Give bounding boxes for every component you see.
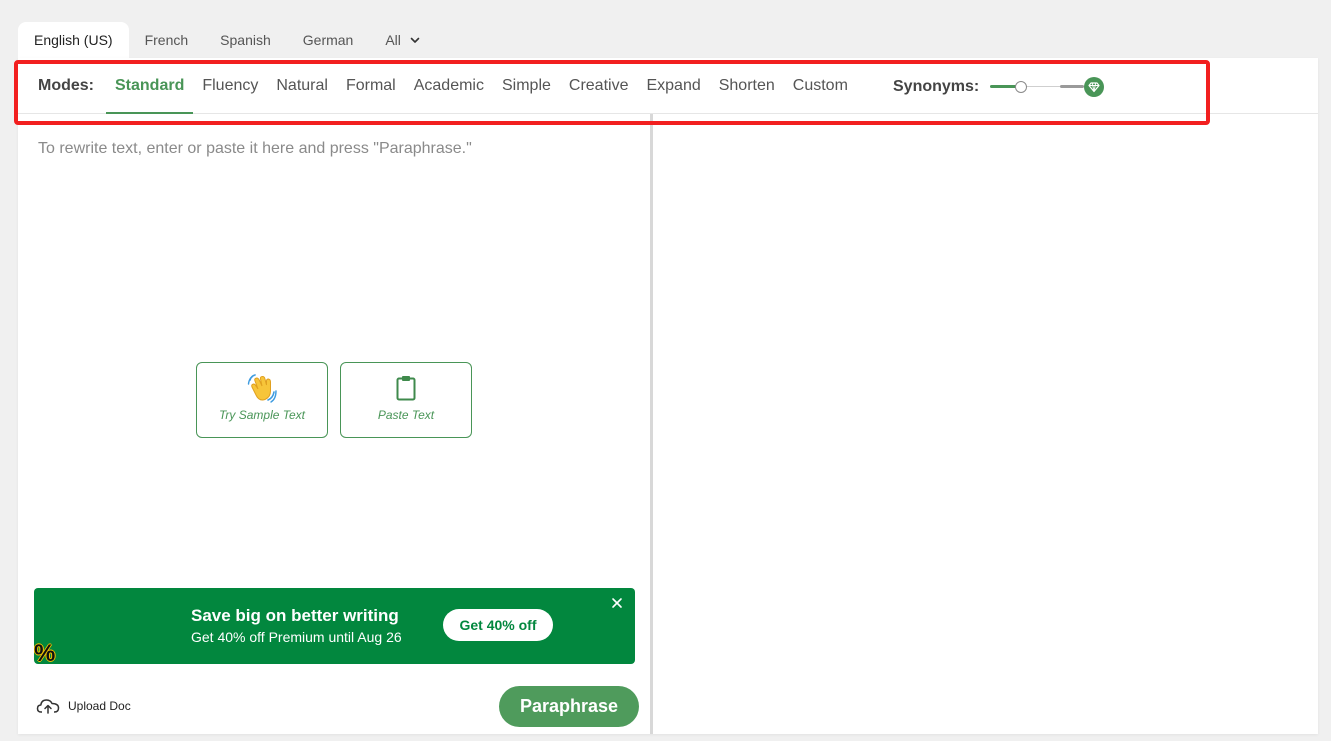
mode-tabs: Standard Fluency Natural Formal Academic… [106, 58, 857, 114]
mode-tab-formal[interactable]: Formal [337, 58, 405, 114]
slider-track-premium [1060, 85, 1084, 88]
cloud-upload-icon [36, 699, 60, 714]
paraphraser-card: Modes: Standard Fluency Natural Formal A… [18, 58, 1318, 734]
promo-subtitle: Get 40% off Premium until Aug 26 [191, 629, 402, 645]
mode-tab-simple[interactable]: Simple [493, 58, 560, 114]
modes-bar: Modes: Standard Fluency Natural Formal A… [18, 58, 1318, 114]
mode-tab-natural[interactable]: Natural [267, 58, 337, 114]
promo-title: Save big on better writing [191, 606, 399, 625]
mode-tab-creative[interactable]: Creative [560, 58, 638, 114]
synonyms-label: Synonyms: [893, 78, 980, 95]
try-sample-text-button[interactable]: Try Sample Text [196, 362, 328, 438]
mode-tab-custom[interactable]: Custom [784, 58, 857, 114]
language-dropdown-all[interactable]: All [369, 22, 437, 58]
language-tabs: English (US) French Spanish German All [18, 22, 437, 58]
paraphrase-button[interactable]: Paraphrase [499, 686, 639, 727]
output-panel [653, 114, 1318, 734]
language-tab-spanish[interactable]: Spanish [204, 22, 287, 58]
language-tab-label: French [144, 32, 189, 48]
upload-doc-label: Upload Doc [68, 699, 131, 713]
diamond-glyph [1088, 82, 1100, 93]
language-tab-english-us[interactable]: English (US) [18, 22, 129, 58]
clipboard-icon [396, 376, 416, 401]
paste-text-label: Paste Text [377, 408, 435, 422]
chevron-down-icon [410, 37, 420, 43]
promo-banner: % Save big on better writing Get 40% off… [34, 588, 635, 664]
diamond-icon[interactable] [1084, 77, 1104, 97]
waving-hand-icon [247, 374, 277, 403]
promo-cta-button[interactable]: Get 40% off [443, 609, 553, 641]
paste-text-button[interactable]: Paste Text [340, 362, 472, 438]
close-icon[interactable] [611, 597, 623, 609]
paraphrase-input[interactable] [38, 140, 628, 158]
slider-thumb[interactable] [1015, 81, 1027, 93]
promo-percent-badge: % [34, 640, 56, 665]
language-tab-french[interactable]: French [129, 22, 205, 58]
modes-label: Modes: [38, 77, 94, 94]
mode-tab-fluency[interactable]: Fluency [193, 58, 267, 114]
language-tab-label: Spanish [220, 32, 271, 48]
mode-tab-shorten[interactable]: Shorten [710, 58, 784, 114]
language-tab-label: English (US) [34, 32, 113, 48]
language-tab-german[interactable]: German [287, 22, 370, 58]
language-dropdown-label: All [385, 32, 401, 48]
synonyms-slider[interactable] [990, 76, 1104, 98]
try-sample-text-label: Try Sample Text [218, 408, 306, 422]
mode-tab-expand[interactable]: Expand [637, 58, 709, 114]
input-panel: Try Sample Text Paste Text % Save big on… [18, 114, 650, 734]
upload-doc-button[interactable]: Upload Doc [36, 696, 131, 716]
mode-tab-standard[interactable]: Standard [106, 58, 194, 114]
language-tab-label: German [302, 32, 354, 48]
mode-tab-academic[interactable]: Academic [405, 58, 493, 114]
